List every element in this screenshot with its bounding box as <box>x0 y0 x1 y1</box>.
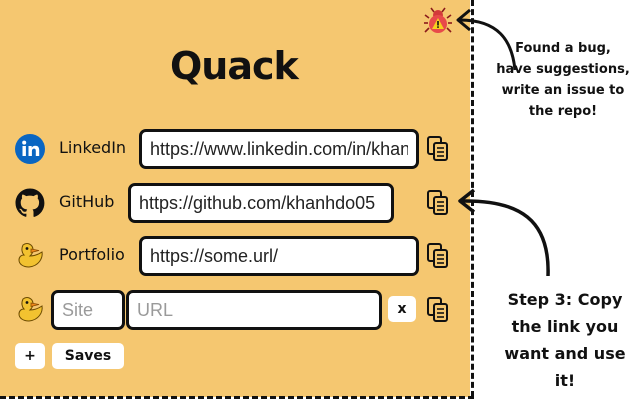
link-row-github: GitHub <box>0 181 470 225</box>
linkedin-icon <box>15 134 45 164</box>
link-url-field-linkedin[interactable] <box>139 129 419 169</box>
saves-button[interactable]: Saves <box>52 343 124 369</box>
add-link-button[interactable]: + <box>15 343 45 369</box>
link-label-linkedin: LinkedIn <box>59 138 127 157</box>
link-url-field-portfolio[interactable] <box>139 236 419 276</box>
popup-bottom-edge <box>0 396 474 399</box>
duck-icon <box>18 243 43 268</box>
app-logo-title: Quack <box>170 44 299 88</box>
remove-entry-button[interactable]: x <box>388 296 416 322</box>
link-url-field-github[interactable] <box>128 183 394 223</box>
link-label-github: GitHub <box>59 192 115 211</box>
link-label-portfolio: Portfolio <box>59 245 125 264</box>
bug-report-note: Found a bug, have suggestions, write an … <box>496 41 630 119</box>
duck-icon <box>18 297 43 322</box>
step-note-arrow <box>461 199 550 277</box>
new-site-input[interactable] <box>51 290 125 330</box>
link-row-linkedin: LinkedIn <box>0 127 470 171</box>
github-icon <box>15 188 45 217</box>
link-row-portfolio: Portfolio <box>0 234 470 278</box>
step-3-note: Step 3: Copy the link you want and use i… <box>504 290 626 390</box>
new-url-input[interactable] <box>126 290 382 330</box>
